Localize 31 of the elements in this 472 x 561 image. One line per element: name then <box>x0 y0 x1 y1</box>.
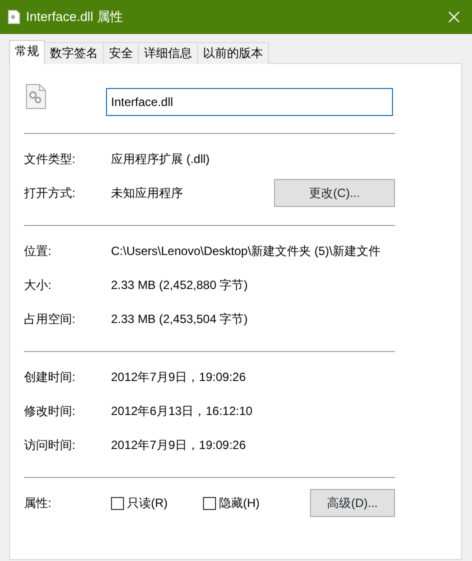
tab[interactable]: 以前的版本 <box>197 42 269 64</box>
field-label: 创建时间: <box>24 369 76 386</box>
field-value: 2012年7月9日，19:09:26 <box>111 437 247 454</box>
checkbox[interactable]: 隐藏(H) <box>203 494 310 512</box>
window-title: Interface.dll 属性 <box>26 8 124 26</box>
dll-file-icon <box>26 84 46 109</box>
field-label: 修改时间: <box>24 403 76 420</box>
tab[interactable]: 常规 <box>9 40 45 64</box>
advanced-button[interactable]: 高级(D)... <box>310 489 395 517</box>
tab[interactable]: 详细信息 <box>138 42 198 64</box>
checkbox[interactable]: 只读(R) <box>111 494 204 512</box>
field-label: 位置: <box>24 243 52 260</box>
field-value: 应用程序扩展 (.dll) <box>111 151 211 168</box>
field-label: 访问时间: <box>24 437 76 454</box>
field-value: 2.33 MB (2,452,880 字节) <box>111 277 249 294</box>
field-label: 占用空间: <box>24 311 76 328</box>
field-label: 大小: <box>24 277 52 294</box>
attributes-label: 属性: <box>24 495 52 512</box>
field-value: 2012年6月13日，16:12:10 <box>111 403 254 420</box>
file-icon <box>8 10 20 24</box>
field-value: 2012年7月9日，19:09:26 <box>111 369 247 386</box>
tab[interactable]: 数字签名 <box>44 42 104 64</box>
field-value: 2.33 MB (2,453,504 字节) <box>111 311 249 328</box>
tab[interactable]: 安全 <box>103 42 139 64</box>
field-value: 未知应用程序 <box>111 185 184 202</box>
field-label: 文件类型: <box>24 151 76 168</box>
field-value: C:\Users\Lenovo\Desktop\新建文件夹 (5)\新建文件 <box>111 243 382 260</box>
field-label: 打开方式: <box>24 185 76 202</box>
file-name-field[interactable]: Interface.dll <box>106 88 393 116</box>
close-icon[interactable] <box>448 11 460 23</box>
change-button[interactable]: 更改(C)... <box>274 179 395 207</box>
